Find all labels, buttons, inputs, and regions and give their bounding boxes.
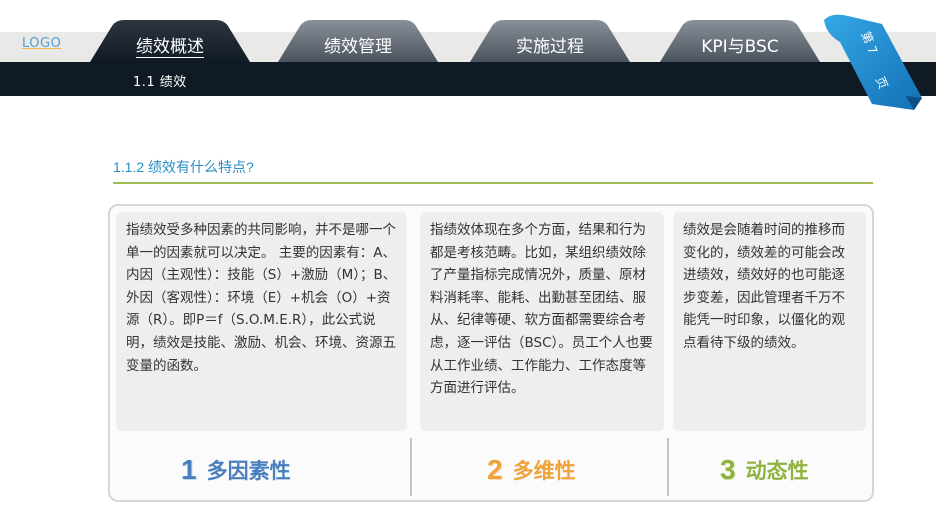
subnav-item[interactable]: 1.1 绩效 — [133, 71, 187, 90]
feature-number: 3 — [720, 454, 736, 485]
tab-label: 实施过程 — [516, 37, 584, 57]
tab-management[interactable]: 绩效管理 — [278, 20, 438, 62]
column-divider — [667, 438, 669, 496]
feature-description: 指绩效受多种因素的共同影响，并不是哪一个单一的因素就可以决定。 主要的因素有：A… — [126, 222, 397, 374]
feature-card-3: 绩效是会随着时间的推移而变化的，绩效差的可能会改进绩效，绩效好的也可能逐步变差，… — [673, 212, 866, 431]
feature-heading-2: 2 多维性 — [487, 452, 576, 488]
section-title: 1.1.2 绩效有什么特点? — [113, 159, 254, 175]
ribbon-shape — [824, 14, 922, 111]
tab-kpi-bsc[interactable]: KPI与BSC — [660, 20, 820, 62]
column-divider — [410, 438, 412, 496]
tab-process[interactable]: 实施过程 — [470, 20, 630, 62]
tab-label: KPI与BSC — [701, 37, 779, 57]
feature-title: 多维性 — [512, 459, 576, 483]
tab-label: 绩效管理 — [324, 37, 392, 57]
feature-number: 2 — [487, 454, 503, 485]
feature-card-2: 指绩效体现在多个方面，结果和行为都是考核范畴。比如，某组织绩效除了产量指标完成情… — [420, 212, 664, 431]
feature-card-1: 指绩效受多种因素的共同影响，并不是哪一个单一的因素就可以决定。 主要的因素有：A… — [116, 212, 407, 431]
feature-heading-1: 1 多因素性 — [181, 452, 291, 488]
section-divider — [113, 182, 873, 184]
tab-label: 绩效概述 — [136, 37, 204, 57]
tab-overview[interactable]: 绩效概述 — [90, 20, 250, 62]
feature-title: 多因素性 — [206, 459, 291, 483]
feature-number: 1 — [181, 454, 197, 485]
logo: LOGO — [22, 36, 62, 51]
feature-description: 指绩效体现在多个方面，结果和行为都是考核范畴。比如，某组织绩效除了产量指标完成情… — [430, 222, 653, 397]
feature-heading-3: 3 动态性 — [720, 452, 809, 488]
feature-title: 动态性 — [745, 459, 809, 483]
feature-description: 绩效是会随着时间的推移而变化的，绩效差的可能会改进绩效，绩效好的也可能逐步变差，… — [683, 222, 845, 351]
page-ribbon: 第 7 页 — [822, 12, 926, 112]
